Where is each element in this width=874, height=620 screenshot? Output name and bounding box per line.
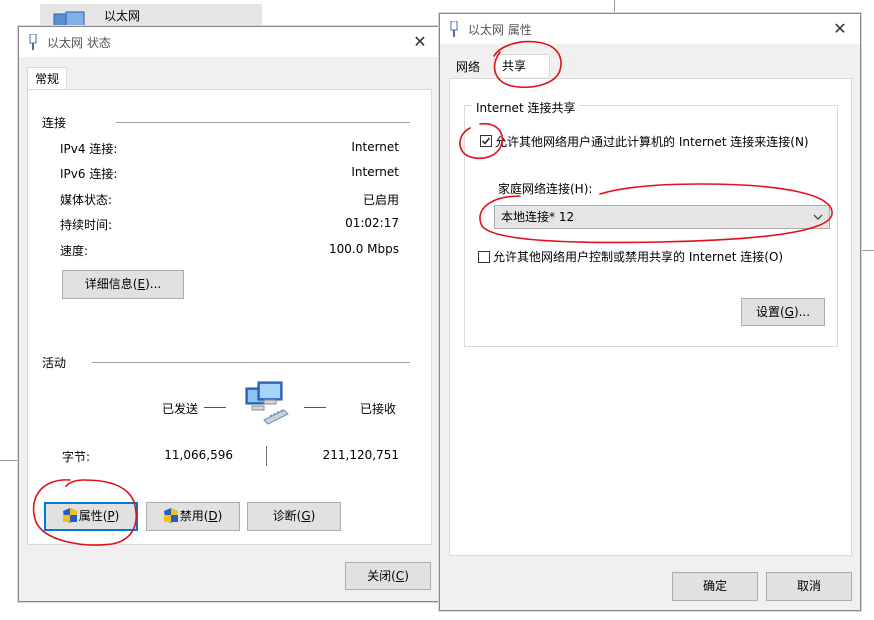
cancel-button[interactable]: 取消 bbox=[766, 572, 852, 601]
uac-shield-icon bbox=[62, 507, 77, 523]
home-network-select[interactable]: 本地连接* 12 bbox=[494, 205, 830, 229]
divider bbox=[614, 0, 615, 14]
disable-button-label: 禁用( bbox=[179, 509, 209, 523]
uac-shield-icon bbox=[163, 507, 178, 523]
properties-button-label: 属性( bbox=[78, 509, 108, 523]
tab-sharing[interactable]: 共享 bbox=[494, 54, 550, 77]
speed-value: 100.0 Mbps bbox=[328, 242, 399, 256]
tab-network[interactable]: 网络 bbox=[449, 56, 487, 78]
diagnose-button-suffix: ) bbox=[310, 509, 316, 523]
properties-button[interactable]: 属性(P) bbox=[44, 502, 138, 531]
allow-share-checkbox[interactable] bbox=[480, 135, 492, 147]
sent-label: 已发送 bbox=[162, 402, 199, 416]
settings-button[interactable]: 设置(G)... bbox=[741, 298, 825, 326]
details-button-key: E bbox=[137, 277, 146, 291]
media-state-label: 媒体状态: bbox=[60, 193, 113, 207]
received-dash bbox=[304, 407, 326, 408]
allow-share-label[interactable]: 允许其他网络用户通过此计算机的 Internet 连接来连接(N) bbox=[495, 133, 809, 150]
close-icon[interactable]: ✕ bbox=[410, 32, 430, 52]
bytes-separator bbox=[266, 446, 267, 466]
close-button-suffix: ) bbox=[404, 569, 409, 583]
bytes-received-value: 211,120,751 bbox=[322, 448, 399, 462]
details-button[interactable]: 详细信息(E)... bbox=[62, 270, 184, 299]
divider bbox=[0, 460, 18, 461]
connection-group-title: 连接 bbox=[42, 114, 71, 131]
home-network-selected: 本地连接* 12 bbox=[501, 210, 575, 224]
network-computers-icon bbox=[245, 381, 289, 425]
details-button-label: 详细信息( bbox=[84, 277, 138, 291]
window-title: 以太网 状态 bbox=[47, 36, 111, 50]
ipv4-value: Internet bbox=[351, 140, 399, 154]
tab-general[interactable]: 常规 bbox=[27, 67, 68, 90]
properties-button-key: P bbox=[107, 509, 115, 523]
close-button-key: C bbox=[395, 569, 405, 583]
speed-label: 速度: bbox=[60, 244, 89, 258]
settings-button-key: G bbox=[784, 305, 794, 319]
received-label: 已接收 bbox=[360, 402, 397, 416]
home-network-label: 家庭网络连接(H): bbox=[498, 182, 593, 196]
diagnose-button-label: 诊断( bbox=[272, 509, 302, 523]
disable-button[interactable]: 禁用(D) bbox=[146, 502, 240, 531]
divider bbox=[860, 250, 874, 251]
chevron-down-icon bbox=[813, 214, 823, 220]
close-button[interactable]: 关闭(C) bbox=[345, 562, 431, 590]
divider bbox=[116, 122, 410, 123]
allow-control-checkbox[interactable] bbox=[478, 251, 490, 263]
diagnose-button[interactable]: 诊断(G) bbox=[247, 502, 341, 531]
settings-button-label: 设置( bbox=[755, 305, 785, 319]
settings-button-suffix: )... bbox=[793, 305, 811, 319]
window-title: 以太网 属性 bbox=[468, 23, 532, 37]
sharing-panel: Internet 连接共享 允许其他网络用户通过此计算机的 Internet 连… bbox=[449, 78, 852, 556]
ipv6-label: IPv6 连接: bbox=[60, 167, 118, 181]
ics-group-title: Internet 连接共享 bbox=[472, 99, 580, 116]
bytes-label: 字节: bbox=[62, 450, 91, 464]
ethernet-plug-icon bbox=[450, 21, 458, 37]
media-state-value: 已启用 bbox=[362, 193, 399, 207]
ethernet-plug-icon bbox=[29, 34, 37, 50]
ethernet-properties-dialog: 以太网 属性 ✕ 网络 共享 Internet 连接共享 允许其他网络用户通过此… bbox=[439, 13, 861, 611]
close-icon[interactable]: ✕ bbox=[830, 19, 850, 39]
sent-dash bbox=[204, 407, 226, 408]
general-panel: 连接 IPv4 连接: Internet IPv6 连接: Internet 媒… bbox=[27, 89, 432, 545]
title-bar[interactable]: 以太网 属性 ✕ bbox=[440, 14, 860, 44]
close-button-label: 关闭( bbox=[367, 569, 396, 583]
ethernet-status-dialog: 以太网 状态 ✕ 常规 连接 IPv4 连接: Internet IPv6 连接… bbox=[18, 26, 441, 602]
divider bbox=[92, 362, 410, 363]
duration-value: 01:02:17 bbox=[345, 216, 399, 230]
title-bar[interactable]: 以太网 状态 ✕ bbox=[19, 27, 440, 57]
duration-label: 持续时间: bbox=[60, 218, 113, 232]
disable-button-key: D bbox=[208, 509, 218, 523]
checkmark-icon bbox=[481, 137, 491, 145]
ok-button[interactable]: 确定 bbox=[672, 572, 758, 601]
bytes-sent-value: 11,066,596 bbox=[164, 448, 233, 462]
allow-control-label[interactable]: 允许其他网络用户控制或禁用共享的 Internet 连接(O) bbox=[493, 248, 783, 265]
ipv4-label: IPv4 连接: bbox=[60, 142, 118, 156]
disable-button-suffix: ) bbox=[217, 509, 223, 523]
ipv6-value: Internet bbox=[351, 165, 399, 179]
diagnose-button-key: G bbox=[301, 509, 311, 523]
properties-button-suffix: ) bbox=[114, 509, 120, 523]
explorer-item-label: 以太网 bbox=[104, 9, 141, 23]
activity-group-title: 活动 bbox=[42, 354, 71, 371]
details-button-suffix: )... bbox=[145, 277, 162, 291]
